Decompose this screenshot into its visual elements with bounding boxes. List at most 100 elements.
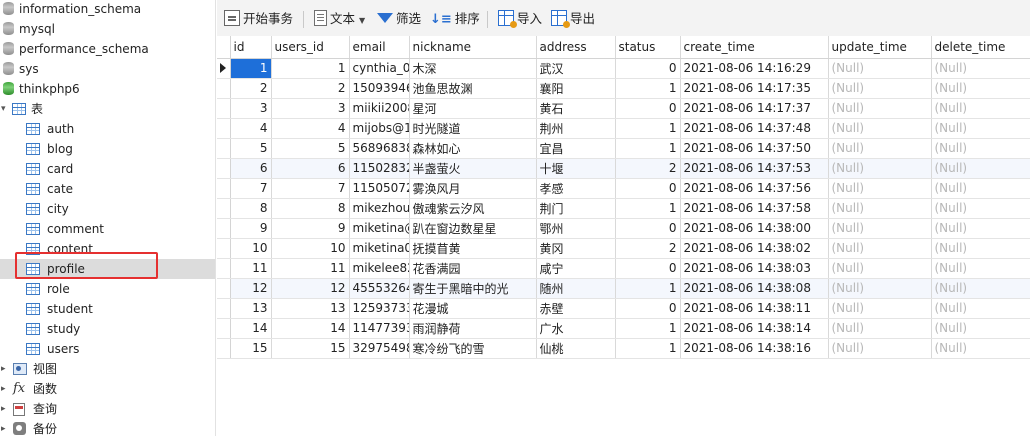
table-row[interactable]: 6 6 11502832 半盏萤火 十堰 2 2021-08-06 14:37:53 (Nul…: [217, 158, 1030, 179]
table-cell[interactable]: (Null): [828, 238, 932, 259]
row-header[interactable]: [217, 198, 231, 219]
table-row[interactable]: 1010miketina07抚摸苜黄黄冈22021-08-06 14:38:02…: [217, 238, 1030, 259]
text-view-button[interactable]: 文本 ▼: [314, 9, 365, 29]
table-cell[interactable]: 木深: [409, 58, 537, 79]
table-cell[interactable]: (Null): [931, 78, 1030, 99]
table-cell[interactable]: 2021-08-06 14:38:00: [680, 218, 829, 239]
table-cell[interactable]: (Null): [931, 338, 1030, 359]
table-cell[interactable]: 2021-08-06 14:38:02: [680, 238, 829, 259]
table-cell[interactable]: (Null): [931, 138, 1030, 159]
filter-button[interactable]: 筛选: [377, 9, 421, 29]
table-cell[interactable]: 1: [615, 338, 681, 359]
table-cell[interactable]: 2: [230, 78, 272, 99]
table-cell[interactable]: mijobs@1: [349, 118, 410, 139]
table-row[interactable]: 3 3 miikii2008 星河 黄石 0 2021-08-06 14:17:37 (Nul…: [217, 98, 1030, 119]
tree-item-table[interactable]: users: [0, 339, 215, 359]
row-header[interactable]: [217, 238, 231, 259]
table-cell[interactable]: 9: [271, 218, 350, 239]
table-cell[interactable]: 襄阳: [536, 78, 616, 99]
table-cell[interactable]: 2021-08-06 14:37:50: [680, 138, 829, 159]
table-cell[interactable]: 宜昌: [536, 138, 616, 159]
table-cell[interactable]: 8: [271, 198, 350, 219]
table-cell[interactable]: 武汉: [536, 58, 616, 79]
column-header[interactable]: update_time: [828, 36, 932, 59]
table-cell[interactable]: 7: [230, 178, 272, 199]
table-cell[interactable]: 14: [271, 318, 350, 339]
table-cell[interactable]: 2: [615, 238, 681, 259]
table-cell[interactable]: 10: [271, 238, 350, 259]
table-cell[interactable]: 寄生于黑暗中的光: [409, 278, 537, 299]
table-cell[interactable]: 2021-08-06 14:38:03: [680, 258, 829, 279]
table-cell[interactable]: 荆门: [536, 198, 616, 219]
table-row[interactable]: 14 14 11477393 雨润静荷 广水 1 2021-08-06 14:38:14 (N…: [217, 318, 1030, 339]
table-cell[interactable]: 十堰: [536, 158, 616, 179]
import-button[interactable]: 导入: [498, 9, 542, 29]
table-cell[interactable]: 13: [230, 298, 272, 319]
table-cell[interactable]: 池鱼思故渊: [409, 78, 537, 99]
table-cell[interactable]: 2: [615, 158, 681, 179]
table-cell[interactable]: 11: [230, 258, 272, 279]
column-header[interactable]: delete_time: [931, 36, 1030, 59]
chevron-right-icon[interactable]: ▸: [1, 419, 6, 436]
table-row[interactable]: 99miketina@趴在窗边数星星鄂州02021-08-06 14:38:00…: [217, 218, 1030, 239]
tree-item-table[interactable]: comment: [0, 219, 215, 239]
table-cell[interactable]: 鄂州: [536, 218, 616, 239]
tree-item-active-database[interactable]: thinkphp6: [0, 79, 215, 99]
table-cell[interactable]: 2021-08-06 14:37:58: [680, 198, 829, 219]
table-cell[interactable]: 0: [615, 218, 681, 239]
tree-item-table[interactable]: auth: [0, 119, 215, 139]
table-cell[interactable]: 9: [230, 218, 272, 239]
table-cell[interactable]: 15: [271, 338, 350, 359]
table-cell[interactable]: 2021-08-06 14:38:11: [680, 298, 829, 319]
table-cell[interactable]: (Null): [931, 58, 1030, 79]
table-cell[interactable]: (Null): [931, 318, 1030, 339]
table-cell[interactable]: (Null): [931, 178, 1030, 199]
table-cell[interactable]: 2021-08-06 14:37:53: [680, 158, 829, 179]
table-cell[interactable]: 4: [230, 118, 272, 139]
table-row[interactable]: 15 15 32975498 寒冷纷飞的雪 仙桃 1 2021-08-06 14:38:16…: [217, 338, 1030, 359]
table-row[interactable]: 11cynthia_01木深武汉02021-08-06 14:16:29(Nul…: [217, 58, 1030, 79]
table-cell[interactable]: 0: [615, 98, 681, 119]
column-header[interactable]: users_id: [271, 36, 350, 59]
tree-group[interactable]: ▸ 查询: [0, 399, 215, 419]
row-header[interactable]: [217, 158, 231, 179]
column-header[interactable]: id: [230, 36, 272, 59]
table-cell[interactable]: 趴在窗边数星星: [409, 218, 537, 239]
row-header[interactable]: [217, 138, 231, 159]
row-header[interactable]: [217, 298, 231, 319]
row-header[interactable]: [217, 278, 231, 299]
table-cell[interactable]: 1: [230, 58, 272, 79]
table-cell[interactable]: 32975498: [349, 338, 410, 359]
table-cell[interactable]: (Null): [931, 198, 1030, 219]
row-header[interactable]: [217, 118, 231, 139]
table-row[interactable]: 12 12 45553264 寄生于黑暗中的光 随州 1 2021-08-06 14:38:…: [217, 278, 1030, 299]
column-header[interactable]: create_time: [680, 36, 829, 59]
sort-button[interactable]: ↓≡ 排序: [430, 9, 480, 29]
table-cell[interactable]: 2: [271, 78, 350, 99]
table-cell[interactable]: 1: [615, 78, 681, 99]
table-cell[interactable]: 孝感: [536, 178, 616, 199]
column-header[interactable]: email: [349, 36, 410, 59]
table-cell[interactable]: mikelee82: [349, 258, 410, 279]
table-cell[interactable]: 4: [271, 118, 350, 139]
table-cell[interactable]: 花香满园: [409, 258, 537, 279]
table-cell[interactable]: 寒冷纷飞的雪: [409, 338, 537, 359]
table-cell[interactable]: 雨润静荷: [409, 318, 537, 339]
table-row[interactable]: 22150939468池鱼思故渊襄阳12021-08-06 14:17:35(N…: [217, 78, 1030, 99]
table-row[interactable]: 4 4 mijobs@1 时光隧道 荆州 1 2021-08-06 14:37:48 (Nul…: [217, 118, 1030, 139]
table-cell[interactable]: 14: [230, 318, 272, 339]
table-row[interactable]: 11 11 mikelee82 花香满园 咸宁 0 2021-08-06 14:38:03(…: [217, 258, 1030, 279]
table-cell[interactable]: 1: [271, 58, 350, 79]
table-cell[interactable]: (Null): [931, 278, 1030, 299]
table-cell[interactable]: 仙桃: [536, 338, 616, 359]
table-cell[interactable]: 11505072: [349, 178, 410, 199]
table-cell[interactable]: 6: [230, 158, 272, 179]
tree-item-table[interactable]: cate: [0, 179, 215, 199]
table-cell[interactable]: cynthia_01: [349, 58, 410, 79]
table-cell[interactable]: 6: [271, 158, 350, 179]
table-cell[interactable]: 时光隧道: [409, 118, 537, 139]
row-header[interactable]: [217, 78, 231, 99]
table-cell[interactable]: (Null): [931, 98, 1030, 119]
table-cell[interactable]: 1: [615, 278, 681, 299]
table-cell[interactable]: 抚摸苜黄: [409, 238, 537, 259]
